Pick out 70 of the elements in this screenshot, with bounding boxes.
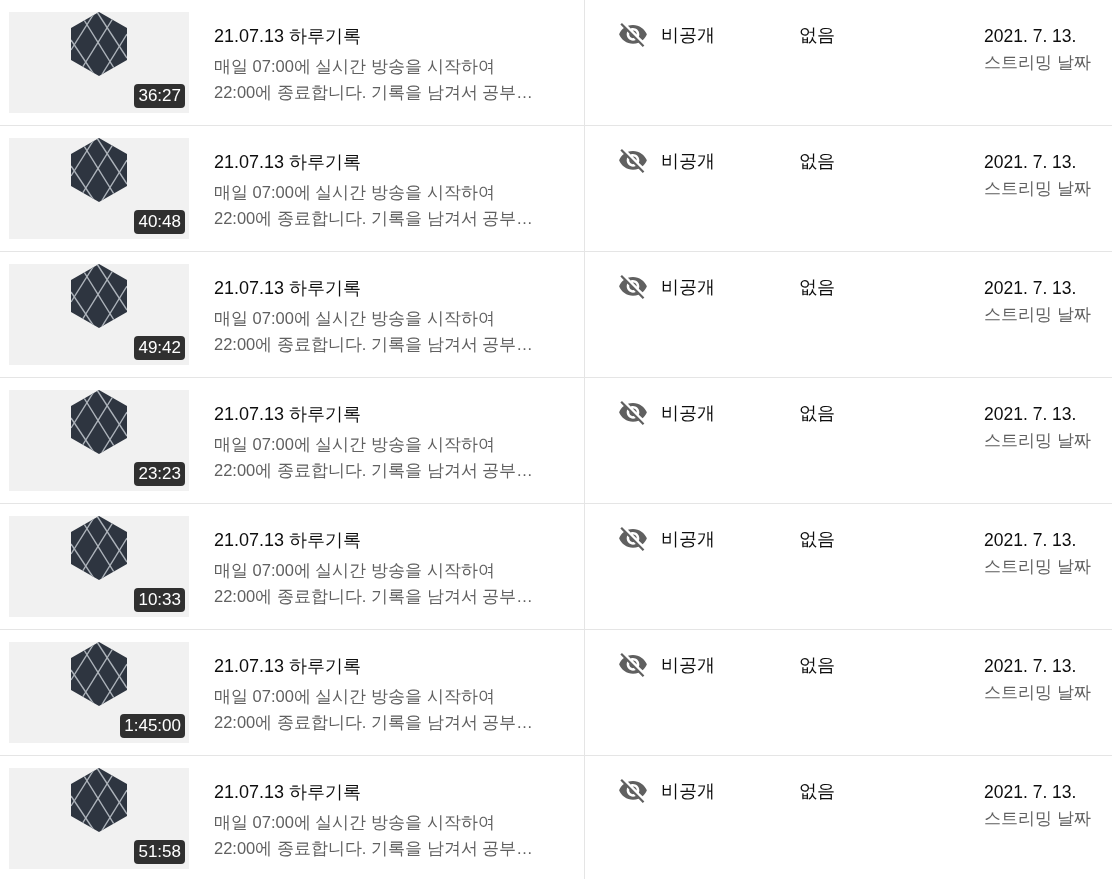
date-type-label: 스트리밍 날짜 bbox=[984, 682, 1091, 704]
eye-slash-icon bbox=[619, 527, 647, 551]
duration-badge: 1:45:00 bbox=[120, 714, 185, 738]
restrictions-text: 없음 bbox=[799, 655, 835, 675]
video-title[interactable]: 21.07.13 하루기록 bbox=[214, 276, 362, 300]
eye-slash-icon bbox=[619, 653, 647, 677]
date-type-label: 스트리밍 날짜 bbox=[984, 304, 1091, 326]
restrictions-text: 없음 bbox=[799, 277, 835, 297]
video-thumbnail[interactable]: 10:33 bbox=[9, 516, 189, 617]
visibility-dropdown[interactable]: 비공개 bbox=[619, 652, 715, 678]
hexagon-logo-icon bbox=[71, 138, 127, 202]
video-date: 2021. 7. 13. bbox=[984, 529, 1077, 552]
restrictions-text: 없음 bbox=[799, 529, 835, 549]
visibility-dropdown[interactable]: 비공개 bbox=[619, 526, 715, 552]
restrictions-text: 없음 bbox=[799, 25, 835, 45]
eye-slash-icon bbox=[619, 401, 647, 425]
hexagon-logo-icon bbox=[71, 264, 127, 328]
video-date: 2021. 7. 13. bbox=[984, 151, 1077, 174]
eye-slash-icon bbox=[619, 779, 647, 803]
video-thumbnail[interactable]: 51:58 bbox=[9, 768, 189, 869]
video-title[interactable]: 21.07.13 하루기록 bbox=[214, 150, 362, 174]
visibility-dropdown[interactable]: 비공개 bbox=[619, 400, 715, 426]
video-description: 매일 07:00에 실시간 방송을 시작하여 22:00에 종료합니다. 기록을 남겨서 공부… bbox=[214, 56, 533, 103]
hexagon-logo-icon bbox=[71, 12, 127, 76]
date-type-label: 스트리밍 날짜 bbox=[984, 430, 1091, 452]
video-description: 매일 07:00에 실시간 방송을 시작하여 22:00에 종료합니다. 기록을 남겨서 공부… bbox=[214, 182, 533, 229]
duration-badge: 49:42 bbox=[134, 336, 185, 360]
eye-slash-icon bbox=[619, 23, 647, 47]
video-date: 2021. 7. 13. bbox=[984, 655, 1077, 678]
date-type-label: 스트리밍 날짜 bbox=[984, 556, 1091, 578]
visibility-dropdown[interactable]: 비공개 bbox=[619, 22, 715, 48]
visibility-dropdown[interactable]: 비공개 bbox=[619, 148, 715, 174]
hexagon-logo-icon bbox=[71, 516, 127, 580]
video-date: 2021. 7. 13. bbox=[984, 781, 1077, 804]
video-title[interactable]: 21.07.13 하루기록 bbox=[214, 528, 362, 552]
duration-badge: 23:23 bbox=[134, 462, 185, 486]
date-type-label: 스트리밍 날짜 bbox=[984, 52, 1091, 74]
video-description: 매일 07:00에 실시간 방송을 시작하여 22:00에 종료합니다. 기록을 남겨서 공부… bbox=[214, 434, 533, 481]
video-date: 2021. 7. 13. bbox=[984, 403, 1077, 426]
hexagon-logo-icon bbox=[71, 768, 127, 832]
video-thumbnail[interactable]: 49:42 bbox=[9, 264, 189, 365]
video-description: 매일 07:00에 실시간 방송을 시작하여 22:00에 종료합니다. 기록을 남겨서 공부… bbox=[214, 812, 533, 859]
video-thumbnail[interactable]: 1:45:00 bbox=[9, 642, 189, 743]
video-thumbnail[interactable]: 40:48 bbox=[9, 138, 189, 239]
visibility-dropdown[interactable]: 비공개 bbox=[619, 274, 715, 300]
duration-badge: 36:27 bbox=[134, 84, 185, 108]
video-title[interactable]: 21.07.13 하루기록 bbox=[214, 402, 362, 426]
visibility-dropdown[interactable]: 비공개 bbox=[619, 778, 715, 804]
video-title[interactable]: 21.07.13 하루기록 bbox=[214, 654, 362, 678]
date-type-label: 스트리밍 날짜 bbox=[984, 178, 1091, 200]
duration-badge: 51:58 bbox=[134, 840, 185, 864]
video-thumbnail[interactable]: 36:27 bbox=[9, 12, 189, 113]
eye-slash-icon bbox=[619, 149, 647, 173]
video-thumbnail[interactable]: 23:23 bbox=[9, 390, 189, 491]
restrictions-text: 없음 bbox=[799, 781, 835, 801]
restrictions-text: 없음 bbox=[799, 403, 835, 423]
restrictions-text: 없음 bbox=[799, 151, 835, 171]
video-description: 매일 07:00에 실시간 방송을 시작하여 22:00에 종료합니다. 기록을 남겨서 공부… bbox=[214, 686, 533, 733]
date-type-label: 스트리밍 날짜 bbox=[984, 808, 1091, 830]
hexagon-logo-icon bbox=[71, 642, 127, 706]
video-description: 매일 07:00에 실시간 방송을 시작하여 22:00에 종료합니다. 기록을 남겨서 공부… bbox=[214, 308, 533, 355]
hexagon-logo-icon bbox=[71, 390, 127, 454]
duration-badge: 40:48 bbox=[134, 210, 185, 234]
video-date: 2021. 7. 13. bbox=[984, 25, 1077, 48]
video-description: 매일 07:00에 실시간 방송을 시작하여 22:00에 종료합니다. 기록을 남겨서 공부… bbox=[214, 560, 533, 607]
eye-slash-icon bbox=[619, 275, 647, 299]
video-title[interactable]: 21.07.13 하루기록 bbox=[214, 24, 362, 48]
video-title[interactable]: 21.07.13 하루기록 bbox=[214, 780, 362, 804]
video-date: 2021. 7. 13. bbox=[984, 277, 1077, 300]
duration-badge: 10:33 bbox=[134, 588, 185, 612]
